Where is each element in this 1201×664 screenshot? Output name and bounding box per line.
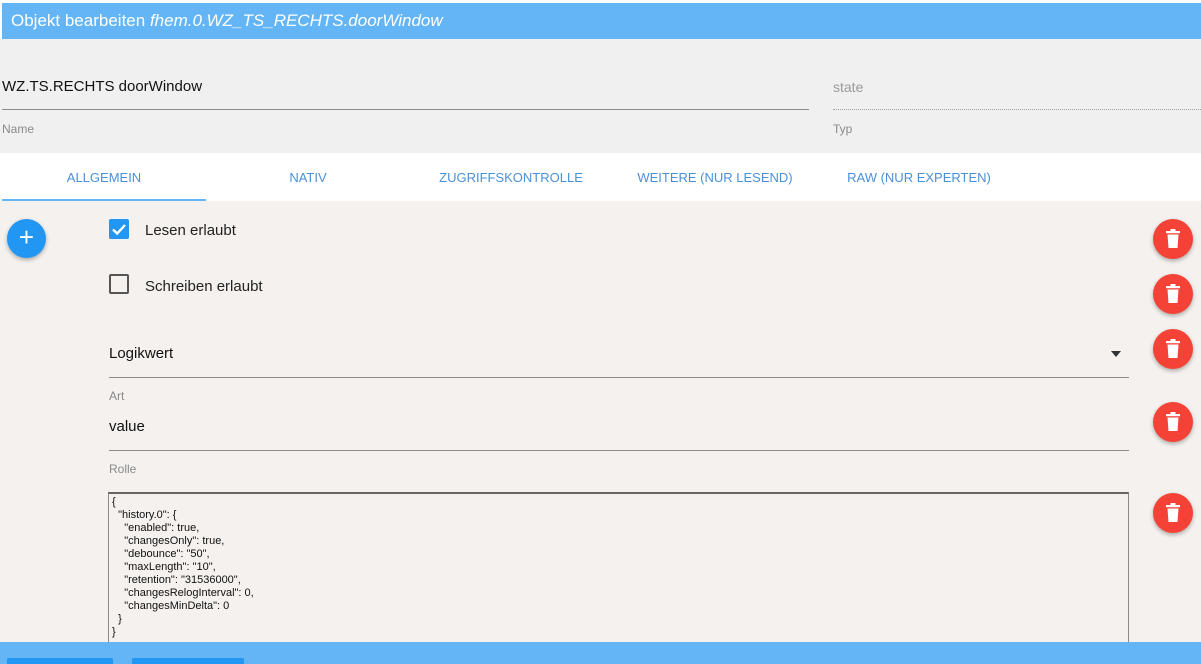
cancel-button[interactable] bbox=[132, 658, 244, 664]
dialog-footer bbox=[0, 642, 1201, 664]
custom-settings-textarea[interactable]: { "history.0": { "enabled": true, "chang… bbox=[108, 492, 1129, 642]
role-label: Rolle bbox=[109, 462, 137, 476]
tab-weitere[interactable]: WEITERE (NUR LESEND) bbox=[624, 153, 806, 201]
role-field-underline bbox=[109, 450, 1129, 451]
trash-icon bbox=[1166, 412, 1180, 431]
trash-icon bbox=[1166, 503, 1180, 522]
caret-down-icon[interactable] bbox=[1111, 351, 1121, 357]
role-field[interactable]: value bbox=[109, 418, 145, 435]
delete-type-button[interactable] bbox=[1153, 329, 1193, 369]
tab-bar: ALLGEMEIN NATIV ZUGRIFFSKONTROLLE WEITER… bbox=[0, 153, 1201, 201]
name-label: Name bbox=[2, 122, 35, 136]
dialog-title-prefix: Objekt bearbeiten bbox=[11, 11, 146, 30]
read-label: Lesen erlaubt bbox=[145, 222, 236, 239]
delete-read-button[interactable] bbox=[1153, 219, 1193, 259]
type-label: Art bbox=[109, 389, 125, 403]
check-icon bbox=[112, 224, 126, 236]
tab-zugriffskontrolle[interactable]: ZUGRIFFSKONTROLLE bbox=[420, 153, 602, 201]
type-select-underline bbox=[109, 377, 1129, 378]
delete-write-button[interactable] bbox=[1153, 274, 1193, 314]
read-checkbox[interactable] bbox=[109, 219, 129, 239]
typ-field-underline bbox=[833, 109, 1201, 110]
plus-icon: + bbox=[18, 222, 35, 252]
save-button[interactable] bbox=[7, 658, 113, 664]
write-checkbox[interactable] bbox=[109, 274, 129, 294]
name-field-underline bbox=[2, 109, 809, 110]
trash-icon bbox=[1166, 229, 1180, 248]
trash-icon bbox=[1166, 339, 1180, 358]
type-select[interactable]: Logikwert bbox=[109, 345, 173, 362]
tab-allgemein[interactable]: ALLGEMEIN bbox=[2, 153, 206, 201]
dialog-title: Objekt bearbeiten fhem.0.WZ_TS_RECHTS.do… bbox=[2, 3, 1201, 39]
typ-field: state bbox=[833, 79, 864, 95]
delete-role-button[interactable] bbox=[1153, 402, 1193, 442]
tab-raw[interactable]: RAW (NUR EXPERTEN) bbox=[826, 153, 1012, 201]
object-header: WZ.TS.RECHTS doorWindow Name state Typ bbox=[0, 39, 1201, 153]
typ-label: Typ bbox=[833, 122, 853, 136]
name-field[interactable]: WZ.TS.RECHTS doorWindow bbox=[2, 78, 202, 95]
object-id: fhem.0.WZ_TS_RECHTS.doorWindow bbox=[149, 11, 443, 30]
delete-custom-button[interactable] bbox=[1153, 493, 1193, 533]
tab-nativ[interactable]: NATIV bbox=[218, 153, 398, 201]
write-label: Schreiben erlaubt bbox=[145, 278, 263, 295]
general-tab-content: + Lesen erlaubt Schreiben erlaubt Logikw… bbox=[0, 201, 1201, 642]
add-button[interactable]: + bbox=[7, 219, 46, 258]
trash-icon bbox=[1166, 284, 1180, 303]
